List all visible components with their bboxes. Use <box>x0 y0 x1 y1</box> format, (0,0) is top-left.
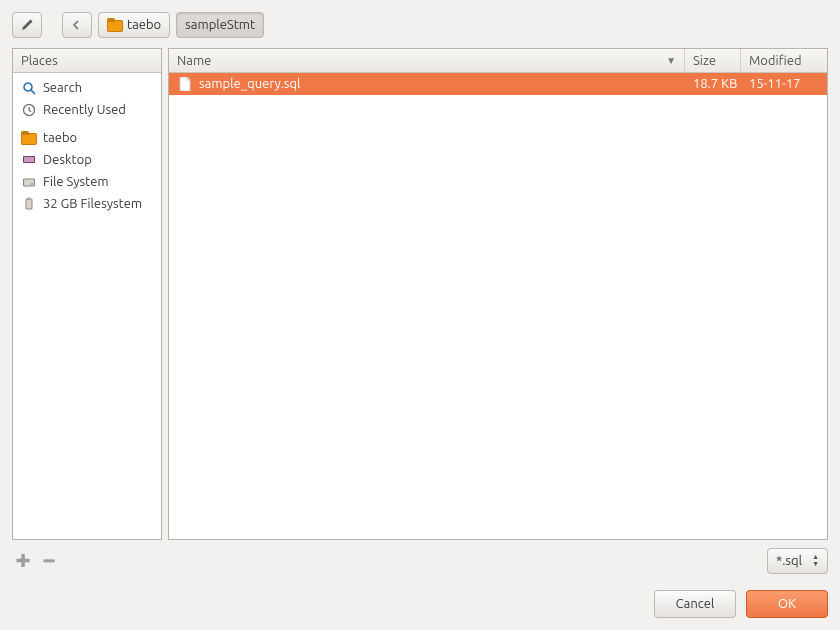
file-modified: 15-11-17 <box>741 77 827 91</box>
sort-indicator-icon: ▼ <box>666 55 676 67</box>
home-icon <box>21 131 37 145</box>
pencil-icon <box>19 17 35 33</box>
column-size-label: Size <box>693 54 716 68</box>
file-list: Name ▼ Size Modified sample_query.sql <box>168 48 828 540</box>
column-modified-label: Modified <box>749 54 802 68</box>
sidebar-item-label: Desktop <box>43 153 92 167</box>
breadcrumb-home-label: taebo <box>127 18 161 32</box>
file-name: sample_query.sql <box>199 77 300 91</box>
filter-value: *.sql <box>776 554 802 568</box>
column-modified[interactable]: Modified <box>741 49 827 72</box>
cancel-label: Cancel <box>676 597 715 611</box>
desktop-icon <box>21 152 37 168</box>
file-open-dialog: taebo sampleStmt Places Search <box>0 0 840 630</box>
path-toolbar: taebo sampleStmt <box>12 10 828 40</box>
sidebar-item-label: taebo <box>43 131 77 145</box>
below-split-row: ✚ ━ *.sql ▲▼ <box>12 546 828 576</box>
breadcrumb-home[interactable]: taebo <box>98 12 170 38</box>
sidebar-item-label: Search <box>43 81 82 95</box>
sidebar-item-label: File System <box>43 175 109 189</box>
file-rows: sample_query.sql 18.7 KB 15-11-17 <box>169 73 827 539</box>
disk-icon <box>21 174 37 190</box>
sidebar-item-home[interactable]: taebo <box>13 127 161 149</box>
folder-icon <box>107 18 123 32</box>
file-size: 18.7 KB <box>685 77 741 91</box>
column-name-label: Name <box>177 54 211 68</box>
file-icon <box>177 76 193 92</box>
sidebar-item-removable[interactable]: 32 GB Filesystem <box>13 193 161 215</box>
back-button[interactable] <box>62 12 92 38</box>
places-header: Places <box>13 49 161 73</box>
sidebar-item-desktop[interactable]: Desktop <box>13 149 161 171</box>
breadcrumb-current[interactable]: sampleStmt <box>176 12 264 38</box>
main-split: Places Search Recently Used <box>12 48 828 540</box>
breadcrumb-current-label: sampleStmt <box>185 18 255 32</box>
file-type-filter[interactable]: *.sql ▲▼ <box>767 548 828 574</box>
recent-icon <box>21 102 37 118</box>
places-sidebar: Places Search Recently Used <box>12 48 162 540</box>
cancel-button[interactable]: Cancel <box>654 590 736 618</box>
remove-bookmark-button[interactable]: ━ <box>38 550 60 572</box>
spinner-icon: ▲▼ <box>812 554 819 568</box>
ok-label: OK <box>778 597 796 611</box>
sidebar-item-filesystem[interactable]: File System <box>13 171 161 193</box>
chevron-left-icon <box>69 17 85 33</box>
column-name[interactable]: Name ▼ <box>169 49 685 72</box>
sidebar-item-search[interactable]: Search <box>13 77 161 99</box>
places-header-label: Places <box>13 49 161 72</box>
places-list: Search Recently Used taebo <box>13 73 161 539</box>
usb-icon <box>21 196 37 212</box>
sidebar-item-recent[interactable]: Recently Used <box>13 99 161 121</box>
edit-path-toggle[interactable] <box>12 12 42 38</box>
minus-icon: ━ <box>44 551 55 572</box>
column-size[interactable]: Size <box>685 49 741 72</box>
bookmark-controls: ✚ ━ <box>12 550 60 572</box>
file-row[interactable]: sample_query.sql 18.7 KB 15-11-17 <box>169 73 827 95</box>
dialog-actions: Cancel OK <box>12 590 828 618</box>
add-bookmark-button[interactable]: ✚ <box>12 550 34 572</box>
sidebar-item-label: Recently Used <box>43 103 126 117</box>
sidebar-item-label: 32 GB Filesystem <box>43 197 142 211</box>
search-icon <box>21 80 37 96</box>
plus-icon: ✚ <box>15 551 30 572</box>
ok-button[interactable]: OK <box>746 590 828 618</box>
file-columns-header: Name ▼ Size Modified <box>169 49 827 73</box>
